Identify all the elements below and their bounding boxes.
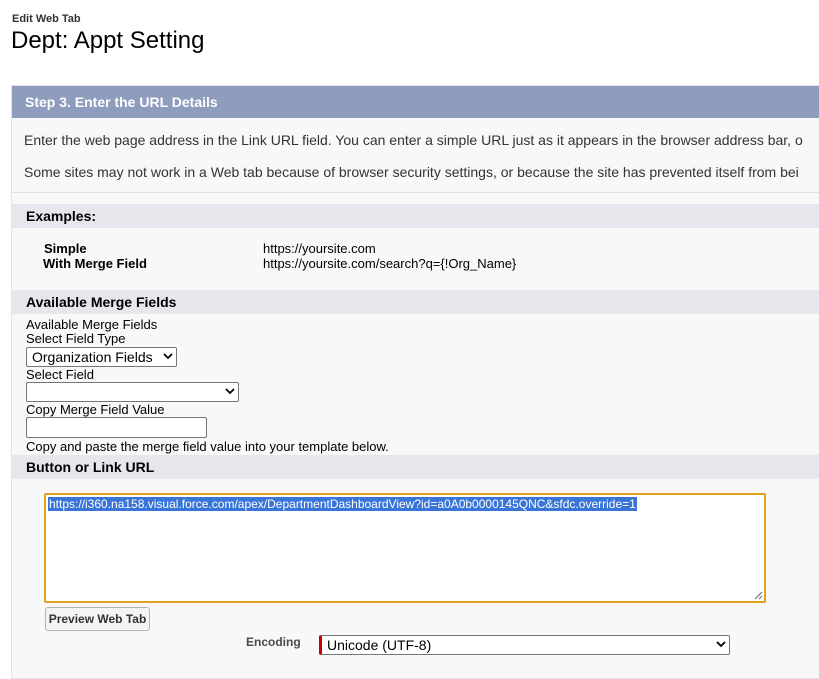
intro-line-2: Some sites may not work in a Web tab bec… — [24, 164, 799, 180]
example-simple-value: https://yoursite.com — [263, 241, 376, 256]
field-select[interactable] — [26, 382, 239, 402]
breadcrumb: Edit Web Tab — [12, 13, 81, 25]
encoding-value: Unicode (UTF-8) — [327, 637, 432, 653]
merge-fields-caption: Available Merge Fields — [26, 317, 158, 332]
merge-fields-heading: Available Merge Fields — [12, 290, 819, 314]
copy-merge-field-input[interactable] — [26, 417, 207, 438]
examples-heading: Examples: — [12, 204, 819, 228]
encoding-label: Encoding — [246, 635, 301, 649]
field-type-label: Select Field Type — [26, 331, 126, 346]
examples-heading-label: Examples: — [26, 208, 97, 224]
merge-fields-heading-label: Available Merge Fields — [26, 294, 177, 310]
chevron-down-icon — [716, 641, 726, 648]
link-url-textarea[interactable]: https://i360.na158.visual.force.com/apex… — [44, 493, 766, 603]
step-header: Step 3. Enter the URL Details — [12, 86, 819, 118]
copy-merge-label: Copy Merge Field Value — [26, 402, 165, 417]
example-simple-label: Simple — [44, 241, 87, 256]
chevron-down-icon — [163, 353, 173, 360]
field-label: Select Field — [26, 367, 94, 382]
step-title: Step 3. Enter the URL Details — [25, 94, 218, 110]
page-title: Dept: Appt Setting — [11, 27, 205, 54]
encoding-select[interactable]: Unicode (UTF-8) — [319, 635, 730, 655]
url-selected-text: https://i360.na158.visual.force.com/apex… — [48, 497, 637, 511]
resize-grip-icon[interactable] — [754, 591, 763, 600]
step-panel: Step 3. Enter the URL Details Enter the … — [11, 85, 819, 679]
example-merge-label: With Merge Field — [43, 256, 147, 271]
preview-web-tab-button[interactable]: Preview Web Tab — [45, 607, 150, 631]
url-heading-label: Button or Link URL — [26, 459, 155, 475]
intro-line-1: Enter the web page address in the Link U… — [24, 132, 803, 148]
merge-help-text: Copy and paste the merge field value int… — [26, 439, 389, 454]
url-heading: Button or Link URL — [12, 455, 819, 479]
example-merge-value: https://yoursite.com/search?q={!Org_Name… — [263, 256, 517, 271]
intro-text: Enter the web page address in the Link U… — [12, 118, 819, 193]
field-type-select[interactable]: Organization Fields — [26, 347, 177, 367]
chevron-down-icon — [225, 388, 235, 395]
field-type-value: Organization Fields — [32, 349, 153, 365]
